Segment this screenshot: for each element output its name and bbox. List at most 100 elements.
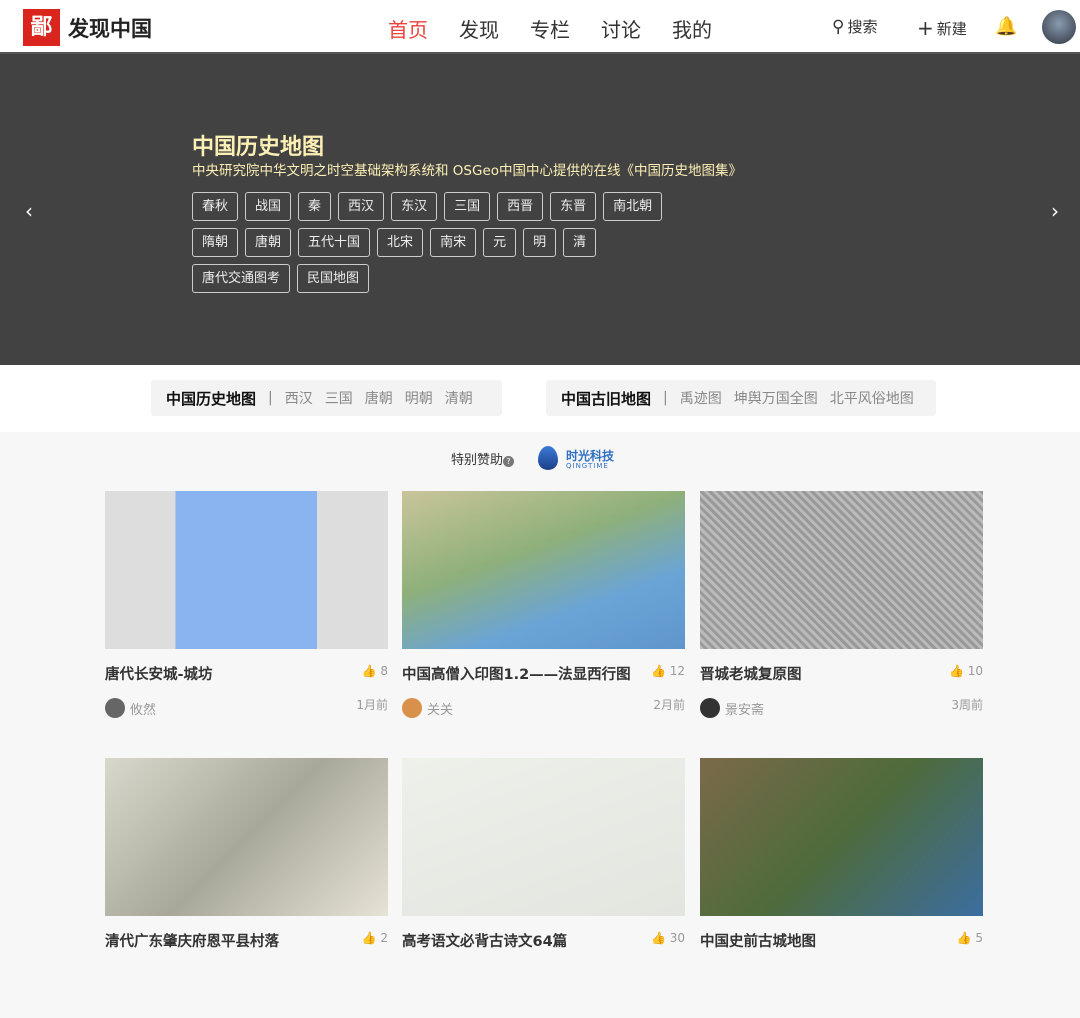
- map-card[interactable]: 中国高僧入印图1.2——法显西行图 👍 12 关关 2月前: [402, 491, 685, 751]
- card-title[interactable]: 高考语文必背古诗文64篇: [402, 930, 567, 951]
- category-title[interactable]: 中国历史地图: [166, 388, 256, 409]
- dynasty-tag[interactable]: 清: [563, 228, 597, 257]
- nav-mine[interactable]: 我的: [672, 14, 712, 43]
- map-thumbnail[interactable]: [700, 491, 983, 649]
- map-thumbnail[interactable]: [105, 491, 388, 649]
- dynasty-tag[interactable]: 明: [523, 228, 557, 257]
- dynasty-tag[interactable]: 东晋: [550, 192, 597, 221]
- nav-home[interactable]: 首页: [388, 14, 428, 43]
- main-nav: 首页 发现 专栏 讨论 我的: [388, 14, 712, 43]
- dynasty-tag[interactable]: 五代十国: [298, 228, 371, 257]
- map-thumbnail[interactable]: [402, 758, 685, 916]
- banner-carousel: ‹ › 中国历史地图 中央研究院中华文明之时空基础架构系统和 OSGeo中国中心…: [0, 54, 1080, 365]
- author-name: 景安斋: [725, 702, 765, 718]
- banner-title: 中国历史地图: [192, 135, 325, 160]
- top-nav-bar: 鄙 发现中国 首页 发现 专栏 讨论 我的 ⚲ 搜索 + 新建 🔔: [0, 0, 1080, 54]
- next-arrow-icon[interactable]: ›: [1051, 199, 1059, 223]
- card-title[interactable]: 清代广东肇庆府恩平县村落: [105, 930, 279, 951]
- new-button[interactable]: + 新建: [917, 16, 967, 40]
- dynasty-row: 唐代交通图考 民国地图: [192, 264, 370, 293]
- likes-value: 10: [967, 664, 983, 678]
- card-time: 1月前: [356, 698, 388, 712]
- thumbs-up-icon: 👍: [948, 664, 964, 678]
- brand-name[interactable]: 发现中国: [68, 13, 152, 43]
- author-name: 攸然: [130, 702, 157, 718]
- card-title[interactable]: 中国史前古城地图: [700, 930, 816, 951]
- like-count[interactable]: 👍 8: [362, 664, 388, 678]
- like-count[interactable]: 👍 12: [651, 664, 685, 678]
- divider: |: [268, 390, 273, 406]
- map-card[interactable]: 清代广东肇庆府恩平县村落 👍 2: [105, 758, 388, 1018]
- dynasty-tag[interactable]: 元: [483, 228, 517, 257]
- category-link[interactable]: 三国: [325, 388, 353, 408]
- dynasty-tag[interactable]: 西晋: [497, 192, 544, 221]
- category-bar-history: 中国历史地图 | 西汉 三国 唐朝 明朝 清朝: [151, 380, 502, 416]
- map-card[interactable]: 唐代长安城-城坊 👍 8 攸然 1月前: [105, 491, 388, 751]
- category-bar-old: 中国古旧地图 | 禹迹图 坤舆万国全图 北平风俗地图: [546, 380, 936, 416]
- sponsor-label: 特别赞助?: [451, 449, 515, 468]
- sponsor-logo-icon[interactable]: [538, 446, 558, 470]
- card-title[interactable]: 中国高僧入印图1.2——法显西行图: [402, 663, 631, 684]
- dynasty-row: 隋朝 唐朝 五代十国 北宋 南宋元明清: [192, 228, 597, 257]
- user-avatar[interactable]: [1042, 10, 1076, 44]
- search-button[interactable]: ⚲ 搜索: [832, 16, 877, 37]
- likes-value: 12: [669, 664, 685, 678]
- map-card[interactable]: 高考语文必背古诗文64篇 👍 30: [402, 758, 685, 1018]
- likes-value: 8: [380, 664, 388, 678]
- map-card[interactable]: 中国史前古城地图 👍 5: [700, 758, 983, 1018]
- sponsor-text: 特别赞助: [451, 453, 504, 468]
- dynasty-tag[interactable]: 唐朝: [245, 228, 292, 257]
- divider: |: [663, 390, 668, 406]
- new-label: 新建: [936, 19, 967, 38]
- nav-discover[interactable]: 发现: [459, 14, 499, 43]
- logo-icon[interactable]: 鄙: [23, 9, 60, 46]
- dynasty-tag[interactable]: 秦: [298, 192, 332, 221]
- category-link[interactable]: 西汉: [285, 388, 313, 408]
- thumbs-up-icon: 👍: [361, 664, 377, 678]
- category-link[interactable]: 禹迹图: [680, 388, 722, 408]
- category-title[interactable]: 中国古旧地图: [561, 388, 651, 409]
- author-avatar: [402, 698, 422, 718]
- plus-icon: +: [917, 16, 934, 40]
- dynasty-tag[interactable]: 春秋: [192, 192, 239, 221]
- sponsor-name-en: QINGTIME: [566, 462, 609, 470]
- category-link[interactable]: 明朝: [405, 388, 433, 408]
- card-time: 2月前: [653, 698, 685, 712]
- dynasty-tag[interactable]: 战国: [245, 192, 292, 221]
- card-author[interactable]: 关关: [402, 698, 453, 718]
- map-thumbnail[interactable]: [402, 491, 685, 649]
- category-link[interactable]: 清朝: [445, 388, 473, 408]
- dynasty-tag[interactable]: 隋朝: [192, 228, 239, 257]
- bell-icon[interactable]: 🔔: [995, 16, 1017, 37]
- card-time: 3周前: [951, 698, 983, 712]
- nav-columns[interactable]: 专栏: [530, 14, 570, 43]
- dynasty-tag[interactable]: 唐代交通图考: [192, 264, 291, 293]
- author-avatar: [105, 698, 125, 718]
- like-count[interactable]: 👍 10: [949, 664, 983, 678]
- dynasty-tag[interactable]: 三国: [444, 192, 491, 221]
- nav-discuss[interactable]: 讨论: [601, 14, 641, 43]
- card-author[interactable]: 景安斋: [700, 698, 764, 718]
- help-icon[interactable]: ?: [503, 456, 515, 467]
- map-card[interactable]: 晋城老城复原图 👍 10 景安斋 3周前: [700, 491, 983, 751]
- category-link[interactable]: 唐朝: [365, 388, 393, 408]
- map-thumbnail[interactable]: [700, 758, 983, 916]
- author-name: 关关: [427, 702, 454, 718]
- card-author[interactable]: 攸然: [105, 698, 156, 718]
- category-link[interactable]: 北平风俗地图: [830, 388, 914, 408]
- category-link[interactable]: 坤舆万国全图: [734, 388, 818, 408]
- map-thumbnail[interactable]: [105, 758, 388, 916]
- dynasty-row: 春秋 战国秦西汉 东汉 三国 西晋 东晋 南北朝: [192, 192, 663, 221]
- card-title[interactable]: 唐代长安城-城坊: [105, 663, 213, 684]
- dynasty-tag[interactable]: 北宋: [377, 228, 424, 257]
- banner-subtitle: 中央研究院中华文明之时空基础架构系统和 OSGeo中国中心提供的在线《中国历史地…: [192, 163, 743, 179]
- prev-arrow-icon[interactable]: ‹: [25, 199, 33, 223]
- dynasty-tag[interactable]: 东汉: [391, 192, 438, 221]
- dynasty-tag[interactable]: 南宋: [430, 228, 477, 257]
- search-icon: ⚲: [832, 16, 845, 37]
- dynasty-tag[interactable]: 南北朝: [603, 192, 663, 221]
- card-title[interactable]: 晋城老城复原图: [700, 663, 802, 684]
- dynasty-tag[interactable]: 西汉: [338, 192, 385, 221]
- dynasty-tag[interactable]: 民国地图: [297, 264, 370, 293]
- author-avatar: [700, 698, 720, 718]
